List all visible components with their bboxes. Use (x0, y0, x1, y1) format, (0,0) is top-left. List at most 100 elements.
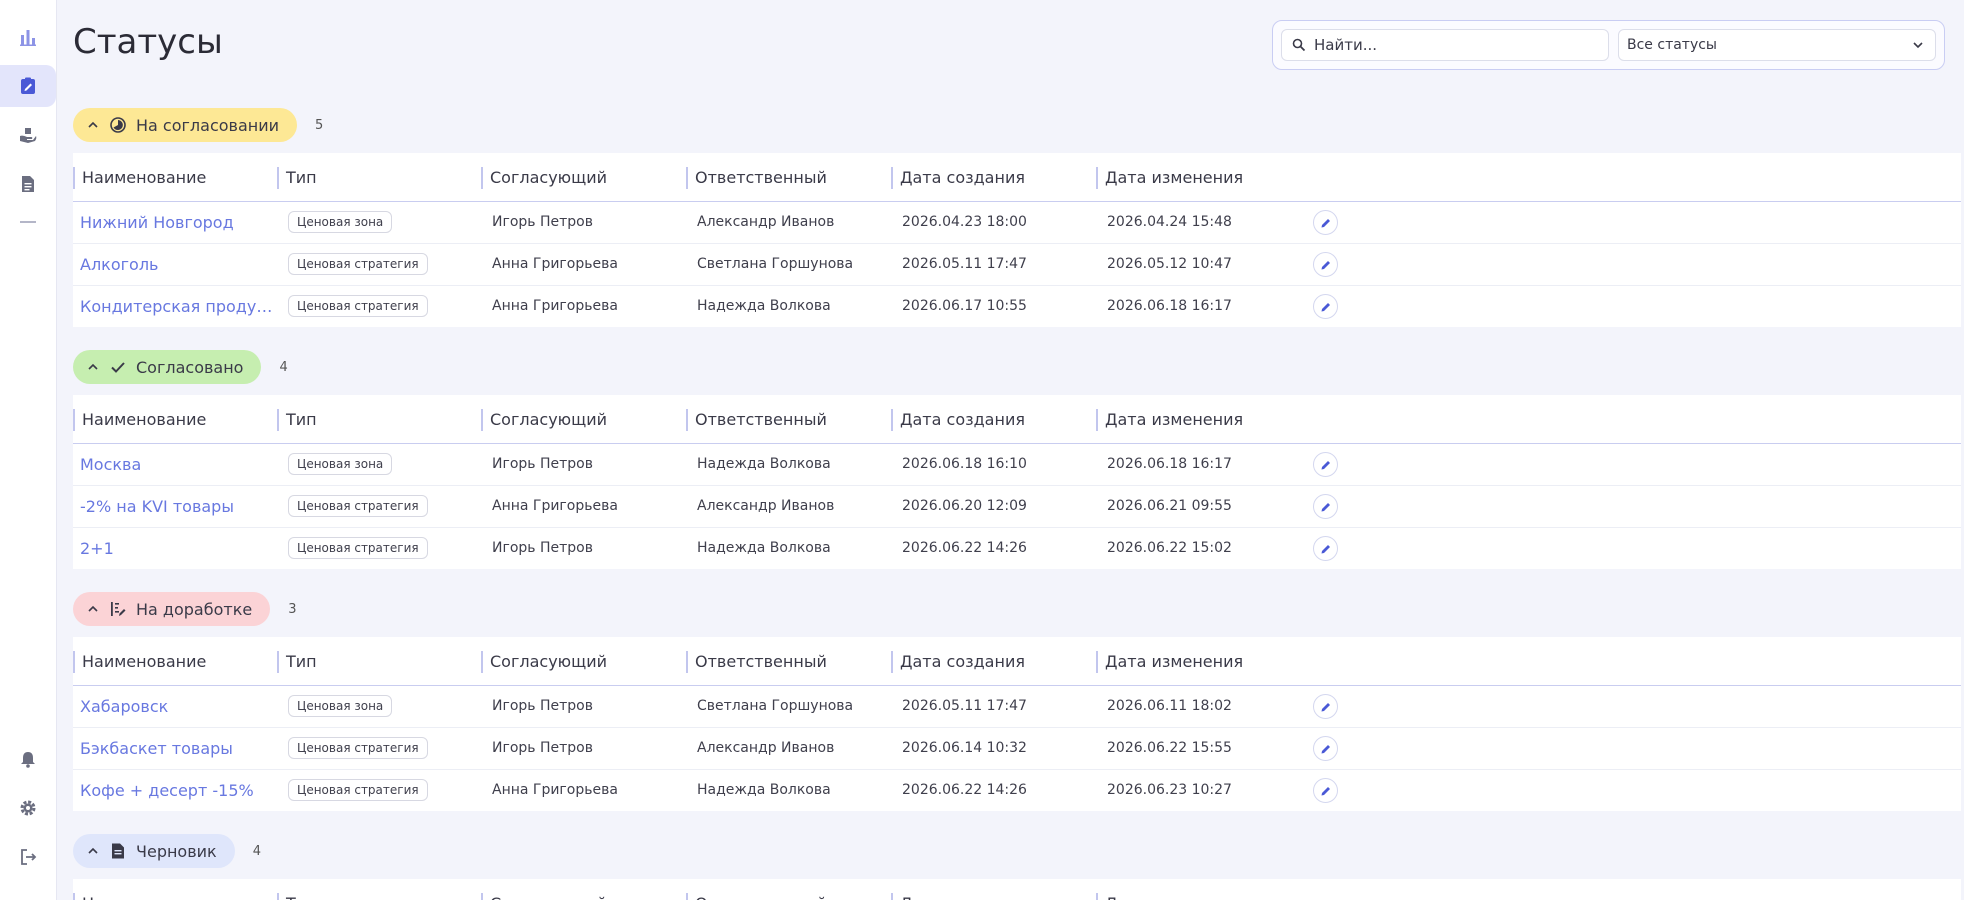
type-tag: Ценовая стратегия (288, 495, 428, 517)
column-header-approver[interactable]: Согласующий (481, 409, 681, 431)
row-name-link[interactable]: Бэкбаскет товары (80, 728, 278, 769)
chevron-up-icon (88, 605, 98, 612)
type-tag: Ценовая стратегия (288, 737, 428, 759)
group-header-pending: На согласовании 5 (73, 108, 323, 142)
group-toggle-approved[interactable]: Согласовано (73, 350, 262, 384)
row-type: Ценовая стратегия (288, 486, 428, 527)
row-name-link[interactable]: 2+1 (80, 528, 278, 569)
row-responsible: Светлана Горшунова (697, 698, 854, 714)
edit-button[interactable] (1313, 694, 1338, 719)
search-box[interactable] (1281, 29, 1609, 61)
table-header: Наименование Тип Согласующий Ответственн… (73, 153, 1961, 202)
column-header-modified[interactable]: Дата изменения (1096, 651, 1296, 673)
row-modified: 2026.06.21 09:55 (1107, 498, 1232, 514)
bell-icon (21, 752, 35, 768)
status-filter-value: Все статусы (1627, 37, 1717, 53)
row-name-link[interactable]: Хабаровск (80, 686, 278, 727)
sidebar-item-documents[interactable] (0, 163, 56, 205)
table-header: Наименование Тип Согласующий Ответственн… (73, 637, 1961, 686)
edit-button[interactable] (1313, 778, 1338, 803)
edit-button[interactable] (1313, 210, 1338, 235)
edit-button[interactable] (1313, 252, 1338, 277)
row-responsible: Александр Иванов (697, 498, 835, 514)
column-header-created[interactable]: Дата создания (891, 651, 1091, 673)
row-modified: 2026.06.18 16:17 (1107, 298, 1232, 314)
column-header-type[interactable]: Тип (277, 409, 477, 431)
row-name-link[interactable]: Кондитерская продукция (80, 286, 278, 327)
column-header-name[interactable]: Наименование (73, 167, 273, 189)
sidebar-item-logout[interactable] (0, 836, 56, 878)
table-row: Бэкбаскет товары Ценовая стратегия Игорь… (73, 728, 1961, 770)
sidebar-item-statuses[interactable] (0, 65, 56, 107)
row-responsible: Надежда Волкова (697, 298, 831, 314)
group-count: 4 (279, 359, 288, 375)
column-header-responsible[interactable]: Ответственный (686, 651, 886, 673)
edit-button[interactable] (1313, 736, 1338, 761)
column-header-responsible[interactable]: Ответственный (686, 893, 886, 900)
column-header-responsible[interactable]: Ответственный (686, 409, 886, 431)
column-header-modified[interactable]: Дата изменения (1096, 893, 1296, 900)
column-header-approver[interactable]: Согласующий (481, 167, 681, 189)
column-header-type[interactable]: Тип (277, 651, 477, 673)
clipboard-edit-icon (21, 77, 35, 94)
table-row: -2% на KVI товары Ценовая стратегия Анна… (73, 486, 1961, 528)
edit-button[interactable] (1313, 494, 1338, 519)
edit-button[interactable] (1313, 536, 1338, 561)
group-toggle-revision[interactable]: На доработке (73, 592, 271, 626)
column-header-approver[interactable]: Согласующий (481, 893, 681, 900)
column-header-created[interactable]: Дата создания (891, 167, 1091, 189)
column-header-modified[interactable]: Дата изменения (1096, 167, 1296, 189)
clock-half-icon (110, 117, 126, 133)
row-modified: 2026.05.12 10:47 (1107, 256, 1232, 272)
column-header-name[interactable]: Наименование (73, 893, 273, 900)
sidebar-item-settings[interactable] (0, 787, 56, 829)
column-header-type[interactable]: Тип (277, 893, 477, 900)
edit-button[interactable] (1313, 294, 1338, 319)
column-header-approver[interactable]: Согласующий (481, 651, 681, 673)
row-name-link[interactable]: Кофе + десерт -15% (80, 770, 278, 811)
row-type: Ценовая зона (288, 202, 393, 243)
group-toggle-draft[interactable]: Черновик (73, 834, 235, 868)
document-icon (22, 176, 34, 192)
group-table-pending: Наименование Тип Согласующий Ответственн… (73, 153, 1961, 327)
column-header-name[interactable]: Наименование (73, 651, 273, 673)
pencil-icon (1321, 786, 1330, 795)
group-label: На согласовании (136, 115, 280, 135)
table-row: Москва Ценовая зона Игорь Петров Надежда… (73, 444, 1961, 486)
row-created: 2026.04.23 18:00 (902, 214, 1027, 230)
row-created: 2026.06.14 10:32 (902, 740, 1027, 756)
group-toggle-pending[interactable]: На согласовании (73, 108, 298, 142)
row-approver: Игорь Петров (492, 214, 593, 230)
table-row: Хабаровск Ценовая зона Игорь Петров Свет… (73, 686, 1961, 728)
column-header-created[interactable]: Дата создания (891, 893, 1091, 900)
column-header-modified[interactable]: Дата изменения (1096, 409, 1296, 431)
column-header-responsible[interactable]: Ответственный (686, 167, 886, 189)
pencil-icon (1321, 302, 1330, 311)
pencil-icon (1321, 544, 1330, 553)
pencil-icon (1321, 260, 1330, 269)
sidebar-item-notifications[interactable] (0, 738, 56, 780)
column-header-name[interactable]: Наименование (73, 409, 273, 431)
row-name-link[interactable]: Москва (80, 444, 278, 485)
status-filter-select[interactable]: Все статусы (1618, 29, 1936, 61)
group-table-approved: Наименование Тип Согласующий Ответственн… (73, 395, 1961, 569)
table-row: Кофе + десерт -15% Ценовая стратегия Анн… (73, 770, 1961, 811)
column-header-created[interactable]: Дата создания (891, 409, 1091, 431)
row-name-link[interactable]: Нижний Новгород (80, 202, 278, 243)
type-tag: Ценовая стратегия (288, 295, 428, 317)
row-responsible: Александр Иванов (697, 214, 835, 230)
row-responsible: Светлана Горшунова (697, 256, 854, 272)
row-name-link[interactable]: -2% на KVI товары (80, 486, 278, 527)
search-input[interactable] (1312, 35, 1596, 55)
group-table-revision: Наименование Тип Согласующий Ответственн… (73, 637, 1961, 811)
edit-button[interactable] (1313, 452, 1338, 477)
row-name-link[interactable]: Алкоголь (80, 244, 278, 285)
sidebar-item-hand-box[interactable] (0, 114, 56, 156)
column-header-type[interactable]: Тип (277, 167, 477, 189)
chevron-up-icon (88, 121, 98, 128)
sidebar-item-analytics[interactable] (0, 16, 56, 58)
row-approver: Игорь Петров (492, 540, 593, 556)
row-type: Ценовая стратегия (288, 728, 428, 769)
row-approver: Анна Григорьева (492, 782, 618, 798)
table-row: Кондитерская продукция Ценовая стратегия… (73, 286, 1961, 327)
